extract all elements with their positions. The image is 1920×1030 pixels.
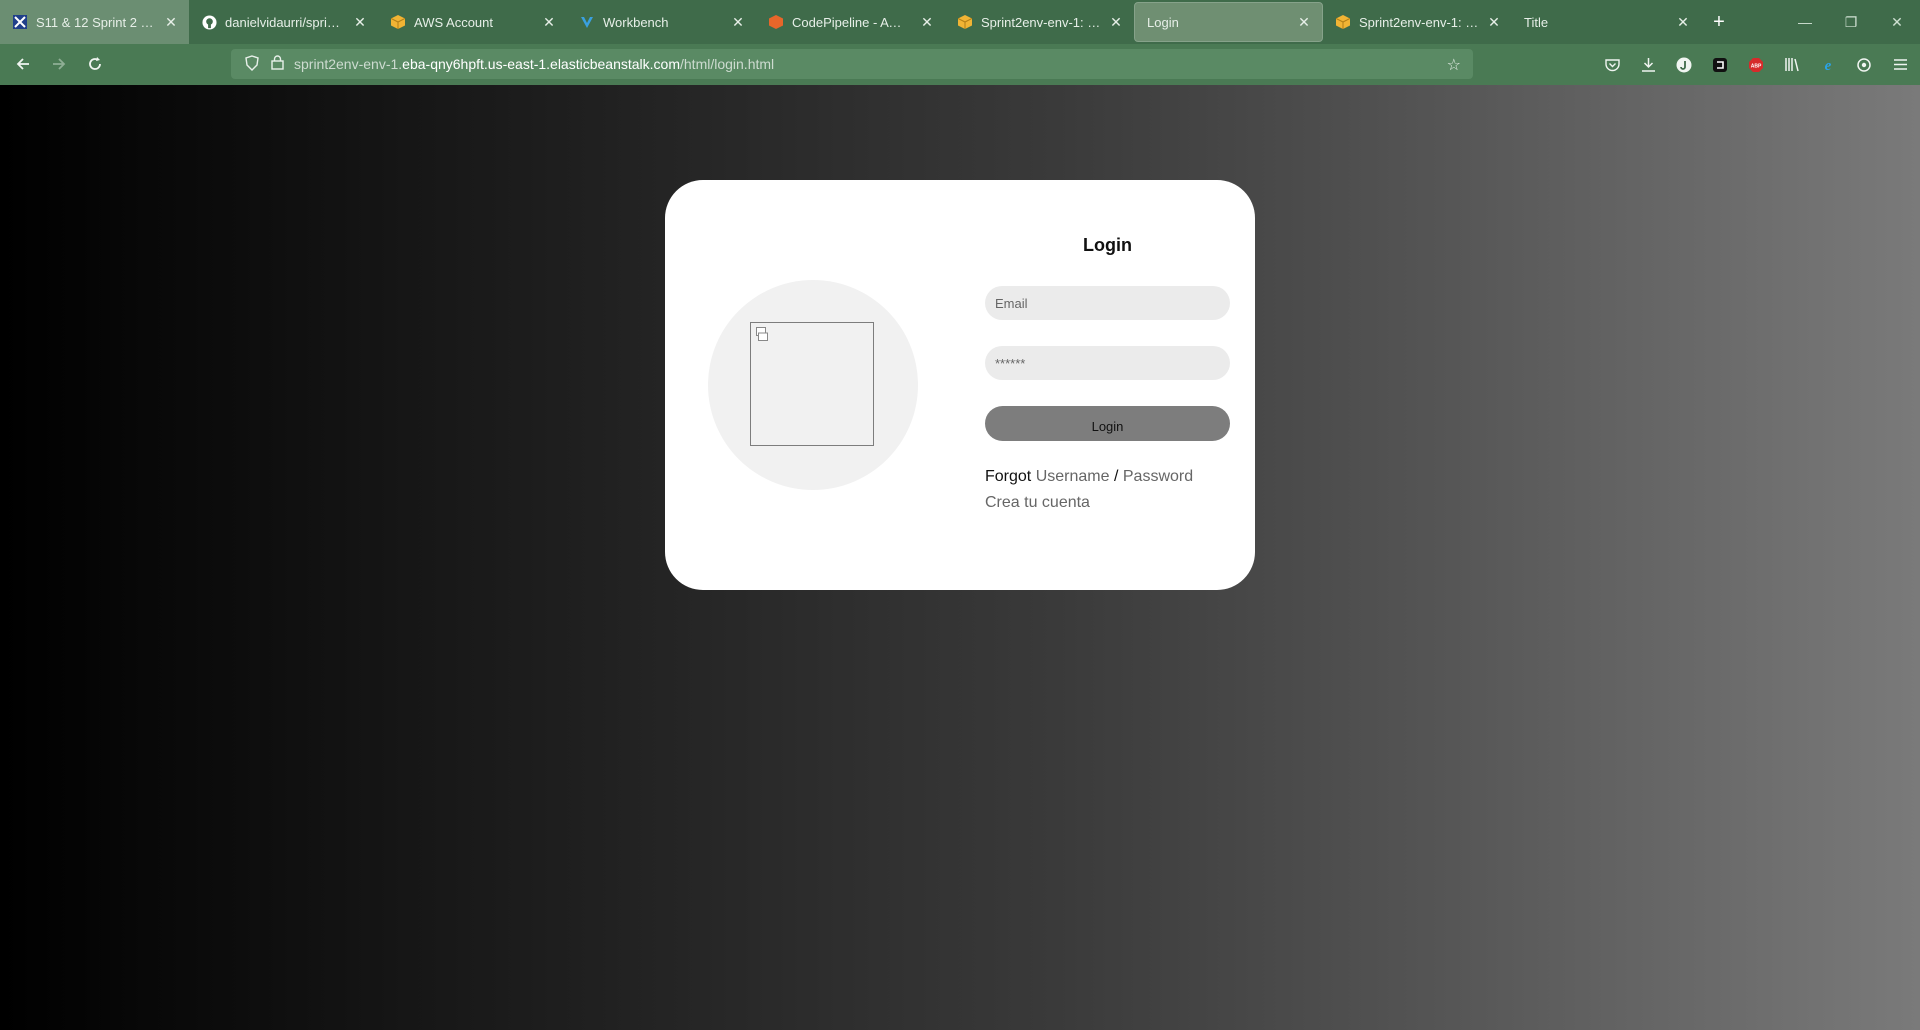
toolbar-icons: ABP e [1594, 44, 1918, 85]
close-tab-icon[interactable]: ✕ [1108, 14, 1124, 31]
create-account-link[interactable]: Crea tu cuenta [985, 494, 1090, 512]
browser-tab-7[interactable]: Sprint2env-env-1: Panel ✕ [1323, 0, 1512, 44]
window-controls: — ❐ ✕ [1782, 0, 1920, 44]
browser-tab-3[interactable]: Workbench ✕ [567, 0, 756, 44]
library-icon[interactable] [1774, 49, 1810, 81]
svg-text:ABP: ABP [1751, 63, 1762, 69]
browser-tab-0[interactable]: S11 & 12 Sprint 2 PaaS | ✕ [0, 0, 189, 44]
new-tab-button[interactable]: + [1701, 0, 1737, 44]
login-card: Login Login Forgot Username / Password C… [665, 180, 1255, 590]
jira-icon [12, 14, 28, 30]
github-icon [201, 14, 217, 30]
page-viewport: Login Login Forgot Username / Password C… [0, 85, 1920, 1030]
forgot-username-link[interactable]: Username [1036, 468, 1110, 485]
url-prefix: sprint2env-env-1. [294, 56, 403, 72]
close-tab-icon[interactable]: ✕ [730, 14, 746, 31]
login-heading: Login [1083, 235, 1132, 255]
vocareum-icon [579, 14, 595, 30]
browser-tab-2[interactable]: AWS Account ✕ [378, 0, 567, 44]
email-field[interactable] [985, 286, 1230, 320]
close-tab-icon[interactable]: ✕ [919, 14, 935, 31]
aws-box-icon [957, 14, 973, 30]
codepipeline-icon [768, 14, 784, 30]
pocket-icon[interactable] [1594, 49, 1630, 81]
hamburger-menu-icon[interactable] [1882, 49, 1918, 81]
url-text[interactable]: sprint2env-env-1.eba-qny6hpft.us-east-1.… [294, 56, 774, 72]
forgot-password-link[interactable]: Password [1123, 468, 1193, 485]
url-path: /html/login.html [680, 56, 775, 72]
close-window-icon[interactable]: ✕ [1874, 0, 1920, 44]
browser-tab-active[interactable]: Login ✕ [1134, 2, 1323, 42]
forgot-label: Forgot [985, 468, 1032, 485]
close-tab-icon[interactable]: ✕ [1486, 14, 1502, 31]
tab-title: Title [1524, 14, 1549, 30]
extension-gear-icon[interactable] [1846, 49, 1882, 81]
tab-strip: S11 & 12 Sprint 2 PaaS | ✕ danielvidaurr… [0, 0, 1920, 44]
close-tab-icon[interactable]: ✕ [1296, 14, 1312, 31]
reload-icon[interactable] [77, 48, 113, 80]
download-icon[interactable] [1630, 49, 1666, 81]
tab-title: S11 & 12 Sprint 2 PaaS | [36, 14, 157, 30]
login-button[interactable]: Login [985, 406, 1230, 441]
password-field[interactable] [985, 346, 1230, 380]
avatar-circle [708, 280, 918, 490]
extension-circle-icon[interactable] [1666, 49, 1702, 81]
tab-title: Workbench [603, 14, 669, 30]
tab-title: Sprint2env-env-1: Panel [1359, 14, 1480, 30]
svg-text:e: e [1825, 58, 1832, 73]
tab-title: Login [1147, 14, 1179, 30]
forgot-separator: / [1113, 468, 1119, 485]
tab-title: Sprint2env-env-1: Panel [981, 14, 1102, 30]
close-tab-icon[interactable]: ✕ [541, 14, 557, 31]
restore-icon[interactable]: ❐ [1828, 0, 1874, 44]
browser-tab-8[interactable]: Title ✕ [1512, 0, 1701, 44]
address-bar[interactable]: sprint2env-env-1.eba-qny6hpft.us-east-1.… [231, 49, 1473, 79]
browser-tab-4[interactable]: CodePipeline - AWS Dev ✕ [756, 0, 945, 44]
url-host: eba-qny6hpft.us-east-1.elasticbeanstalk.… [402, 56, 680, 72]
forgot-credentials: Forgot Username / Password [985, 468, 1193, 486]
aws-box-icon [390, 14, 406, 30]
tab-title: CodePipeline - AWS Dev [792, 14, 913, 30]
shield-icon[interactable] [245, 54, 259, 74]
bookmark-star-icon[interactable]: ☆ [1447, 55, 1461, 75]
tab-title: AWS Account [414, 14, 493, 30]
close-tab-icon[interactable]: ✕ [352, 14, 368, 31]
navigation-toolbar: sprint2env-env-1.eba-qny6hpft.us-east-1.… [0, 44, 1920, 85]
broken-image-placeholder [750, 322, 874, 446]
forward-arrow-icon[interactable] [41, 48, 77, 80]
extension-dark-icon[interactable] [1702, 49, 1738, 81]
back-arrow-icon[interactable] [5, 48, 41, 80]
close-tab-icon[interactable]: ✕ [163, 14, 179, 31]
minimize-icon[interactable]: — [1782, 0, 1828, 44]
tab-title: danielvidaurri/sprint02 [225, 14, 346, 30]
adblock-icon[interactable]: ABP [1738, 49, 1774, 81]
browser-tab-1[interactable]: danielvidaurri/sprint02 ✕ [189, 0, 378, 44]
aws-box-icon [1335, 14, 1351, 30]
lock-icon[interactable] [271, 55, 284, 73]
browser-tab-5[interactable]: Sprint2env-env-1: Panel ✕ [945, 0, 1134, 44]
ie-tab-icon[interactable]: e [1810, 49, 1846, 81]
broken-image-icon [756, 327, 768, 341]
close-tab-icon[interactable]: ✕ [1675, 14, 1691, 31]
